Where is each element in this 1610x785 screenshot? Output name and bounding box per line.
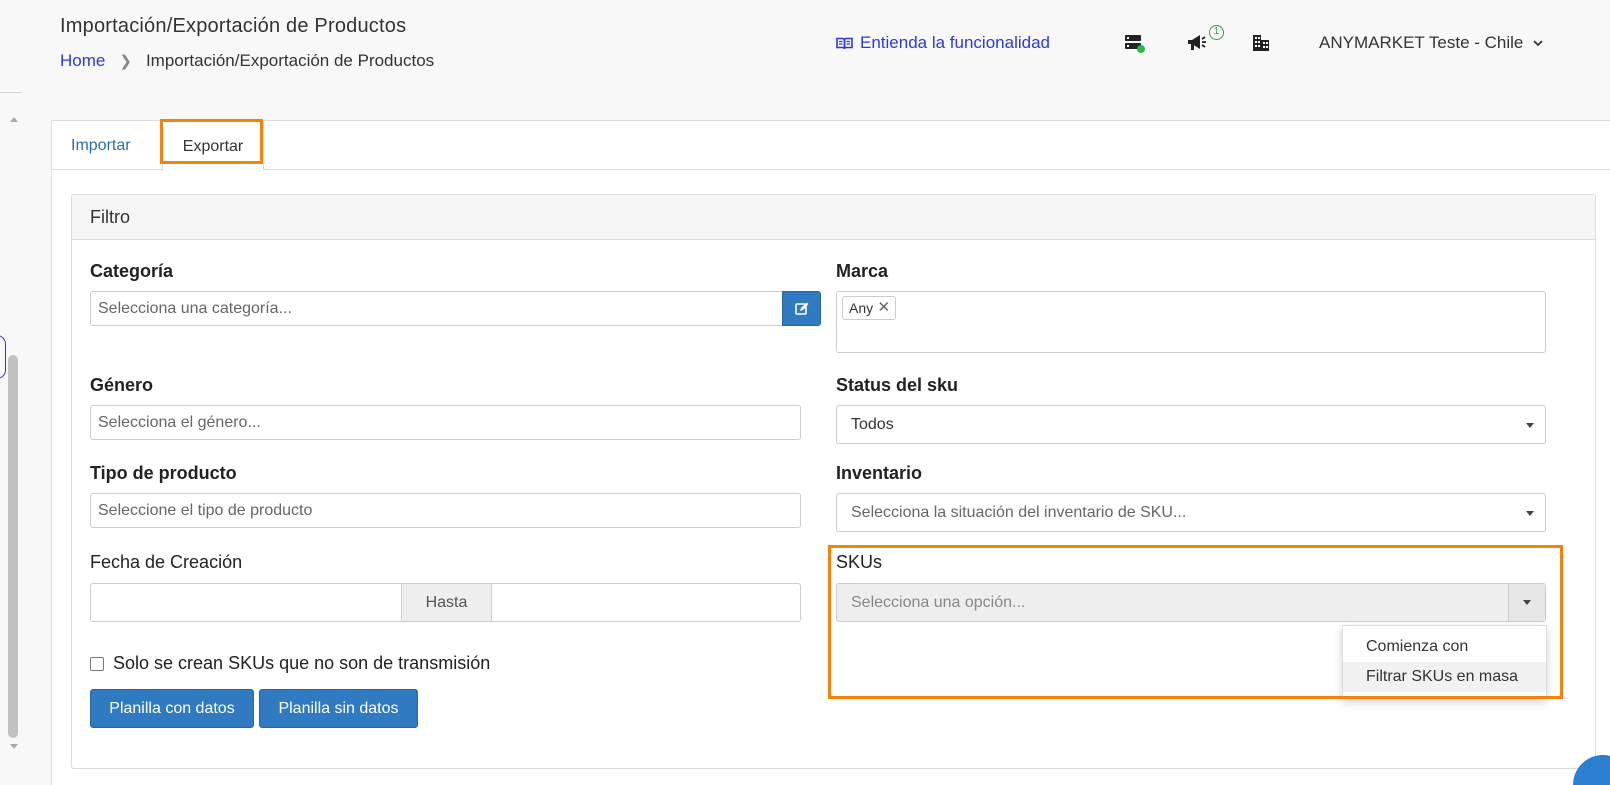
tipo-label: Tipo de producto — [90, 463, 237, 483]
status-value: Todos — [851, 416, 894, 433]
page-title: Importación/Exportación de Productos — [60, 15, 407, 37]
notification-badge: 1 — [1209, 25, 1224, 40]
help-link[interactable]: Entienda la funcionalidad — [836, 33, 1050, 53]
main-panel: Importar Exportar Filtro Categoría Selec… — [51, 119, 1610, 785]
rail-divider — [0, 92, 22, 93]
fecha-hasta-addon: Hasta — [401, 583, 492, 622]
scroll-down-icon[interactable] — [10, 744, 18, 749]
transmission-checkbox[interactable] — [90, 656, 104, 671]
categoria-edit-button[interactable] — [782, 291, 821, 326]
status-label: Status del sku — [836, 375, 959, 395]
tab-bar: Importar Exportar — [52, 121, 1610, 171]
planilla-sin-datos-button[interactable]: Planilla sin datos — [259, 689, 418, 728]
scroll-up-icon[interactable] — [10, 117, 18, 122]
close-icon[interactable]: ✕ — [878, 297, 891, 319]
edit-icon — [795, 302, 809, 315]
skus-option-masa[interactable]: Filtrar SKUs en masa — [1343, 662, 1546, 692]
inventario-select[interactable]: Selecciona la situación del inventario d… — [836, 493, 1546, 532]
chevron-down-icon — [1533, 40, 1544, 47]
account-name: ANYMARKET Teste - Chile — [1319, 33, 1524, 52]
left-rail — [0, 0, 22, 785]
chevron-right-icon: ❯ — [119, 53, 132, 70]
inventario-placeholder: Selecciona la situación del inventario d… — [851, 504, 1187, 521]
skus-dropdown-menu: Comienza con Filtrar SKUs en masa — [1342, 625, 1547, 699]
caret-down-icon — [1526, 511, 1534, 516]
server-status-icon[interactable] — [1124, 33, 1146, 53]
status-select[interactable]: Todos — [836, 405, 1546, 444]
skus-placeholder: Selecciona una opción... — [851, 594, 1026, 611]
categoria-label: Categoría — [90, 261, 174, 281]
tab-importar[interactable]: Importar — [52, 121, 150, 170]
tab-exportar[interactable]: Exportar — [162, 121, 264, 171]
skus-option-comienza[interactable]: Comienza con — [1343, 632, 1546, 662]
caret-down-icon — [1523, 600, 1531, 605]
categoria-input[interactable]: Selecciona una categoría... — [90, 291, 783, 326]
transmission-checkbox-row[interactable]: Solo se crean SKUs que no son de transmi… — [90, 653, 490, 674]
help-link-label: Entienda la funcionalidad — [860, 33, 1050, 52]
skus-dropdown-toggle[interactable] — [1508, 584, 1545, 621]
book-icon — [836, 37, 853, 49]
caret-down-icon — [1526, 423, 1534, 428]
rail-scrollbar[interactable] — [8, 355, 18, 738]
fecha-hasta-input[interactable] — [491, 583, 801, 622]
skus-select[interactable]: Selecciona una opción... — [836, 583, 1546, 622]
marca-tag-label: Any — [849, 300, 874, 316]
inventario-label: Inventario — [836, 463, 923, 483]
breadcrumb: Home ❯ Importación/Exportación de Produc… — [60, 51, 434, 71]
marca-tag: Any ✕ — [842, 296, 897, 320]
rail-collapse-handle[interactable] — [0, 335, 6, 379]
marca-label: Marca — [836, 261, 889, 281]
tipo-input[interactable]: Seleccione el tipo de producto — [90, 493, 801, 528]
fecha-label: Fecha de Creación — [90, 552, 243, 572]
transmission-checkbox-label: Solo se crean SKUs que no son de transmi… — [113, 653, 491, 673]
breadcrumb-current: Importación/Exportación de Productos — [145, 51, 435, 70]
megaphone-icon[interactable] — [1186, 33, 1208, 53]
genero-input[interactable]: Selecciona el género... — [90, 405, 801, 440]
filter-title: Filtro — [72, 195, 1595, 240]
fecha-desde-input[interactable] — [90, 583, 402, 622]
filter-panel: Filtro Categoría Selecciona una categorí… — [71, 194, 1596, 769]
marca-input[interactable]: Any ✕ — [836, 291, 1546, 353]
genero-label: Género — [90, 375, 154, 395]
account-menu[interactable]: ANYMARKET Teste - Chile — [1319, 33, 1544, 53]
breadcrumb-home-link[interactable]: Home — [60, 51, 105, 71]
page: Importación/Exportación de Productos Hom… — [0, 0, 1610, 785]
planilla-con-datos-button[interactable]: Planilla con datos — [90, 689, 254, 728]
skus-label: SKUs — [836, 552, 883, 572]
building-icon[interactable] — [1251, 33, 1273, 53]
